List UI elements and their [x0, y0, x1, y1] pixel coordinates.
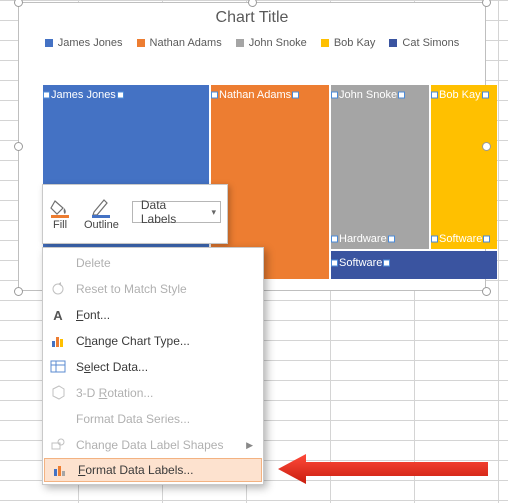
- select-data-icon: [49, 358, 67, 376]
- menu-delete: Delete: [43, 250, 263, 276]
- data-label[interactable]: Bob Kay: [435, 89, 485, 101]
- menu-change-chart-type[interactable]: Change Chart Type...: [43, 328, 263, 354]
- outline-label: Outline: [84, 219, 119, 231]
- menu-select-data[interactable]: Select Data...: [43, 354, 263, 380]
- legend-item[interactable]: James Jones: [45, 37, 123, 49]
- mini-toolbar: Fill Outline Data Labels ▾: [42, 184, 228, 244]
- blank-icon: [49, 410, 67, 428]
- caret-down-icon: ▾: [211, 207, 216, 218]
- menu-font[interactable]: A Font...: [43, 302, 263, 328]
- format-labels-icon: [51, 461, 69, 479]
- chart-type-icon: [49, 332, 67, 350]
- legend-label: Bob Kay: [334, 37, 376, 49]
- annotation-arrow-icon: [278, 452, 488, 486]
- selection-handle[interactable]: [482, 287, 491, 296]
- fill-bucket-icon: [50, 197, 70, 219]
- treemap-block-bob-kay[interactable]: Bob Kay Software: [431, 85, 497, 249]
- legend-item[interactable]: Bob Kay: [321, 37, 376, 49]
- blank-icon: [49, 254, 67, 272]
- treemap-block-john-snoke[interactable]: John Snoke Hardware: [331, 85, 429, 249]
- selection-handle[interactable]: [482, 142, 491, 151]
- data-label[interactable]: Hardware: [335, 233, 391, 245]
- menu-reset-style: Reset to Match Style: [43, 276, 263, 302]
- dropdown-label: Data Labels: [141, 198, 194, 226]
- legend-item[interactable]: Cat Simons: [389, 37, 459, 49]
- menu-format-data-labels[interactable]: Format Data Labels...: [44, 458, 262, 482]
- data-label[interactable]: John Snoke: [335, 89, 401, 101]
- data-label[interactable]: Software: [435, 233, 486, 245]
- legend-label: James Jones: [58, 37, 123, 49]
- outline-button[interactable]: Outline: [77, 185, 126, 243]
- chart-legend[interactable]: James Jones Nathan Adams John Snoke Bob …: [19, 27, 485, 55]
- reset-style-icon: [49, 280, 67, 298]
- treemap-block-cat-simons[interactable]: Software: [331, 251, 497, 279]
- fill-button[interactable]: Fill: [43, 185, 77, 243]
- shapes-icon: [49, 436, 67, 454]
- data-labels-dropdown[interactable]: Data Labels ▾: [132, 201, 221, 223]
- menu-format-series: Format Data Series...: [43, 406, 263, 432]
- data-label[interactable]: James Jones: [47, 89, 120, 101]
- data-label[interactable]: Nathan Adams: [215, 89, 295, 101]
- selection-handle[interactable]: [14, 287, 23, 296]
- menu-change-label-shapes: Change Data Label Shapes ▶: [43, 432, 263, 458]
- context-menu: Delete Reset to Match Style A Font... Ch…: [42, 247, 264, 485]
- pen-outline-icon: [91, 197, 111, 219]
- legend-label: Cat Simons: [402, 37, 459, 49]
- menu-3d-rotation: 3-D Rotation...: [43, 380, 263, 406]
- submenu-arrow-icon: ▶: [246, 440, 253, 451]
- legend-item[interactable]: Nathan Adams: [137, 37, 222, 49]
- data-label[interactable]: Software: [335, 257, 386, 269]
- rotate-3d-icon: [49, 384, 67, 402]
- legend-label: John Snoke: [249, 37, 307, 49]
- legend-label: Nathan Adams: [150, 37, 222, 49]
- legend-item[interactable]: John Snoke: [236, 37, 307, 49]
- font-icon: A: [49, 306, 67, 324]
- selection-handle[interactable]: [14, 142, 23, 151]
- fill-label: Fill: [53, 219, 67, 231]
